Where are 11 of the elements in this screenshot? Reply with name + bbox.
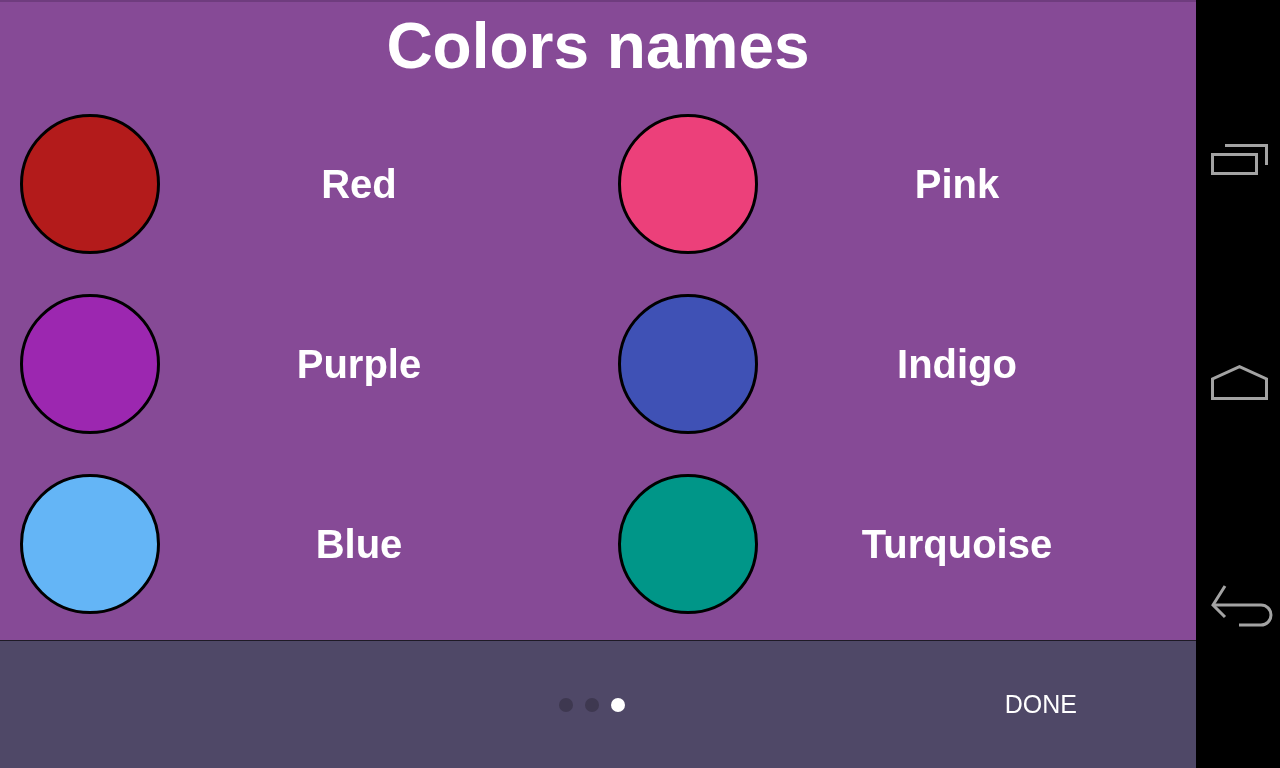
recent-apps-icon[interactable] xyxy=(1211,144,1268,175)
color-name: Blue xyxy=(315,524,403,564)
back-icon[interactable] xyxy=(1210,584,1274,627)
done-button[interactable]: DONE xyxy=(980,680,1101,729)
color-name: Pink xyxy=(914,164,1000,204)
page-title: Colors names xyxy=(386,14,810,78)
color-name: Turquoise xyxy=(861,524,1053,564)
home-icon[interactable] xyxy=(1211,365,1268,400)
color-name: Purple xyxy=(296,344,422,384)
color-name: Indigo xyxy=(897,344,1017,384)
color-name: Red xyxy=(321,164,397,204)
